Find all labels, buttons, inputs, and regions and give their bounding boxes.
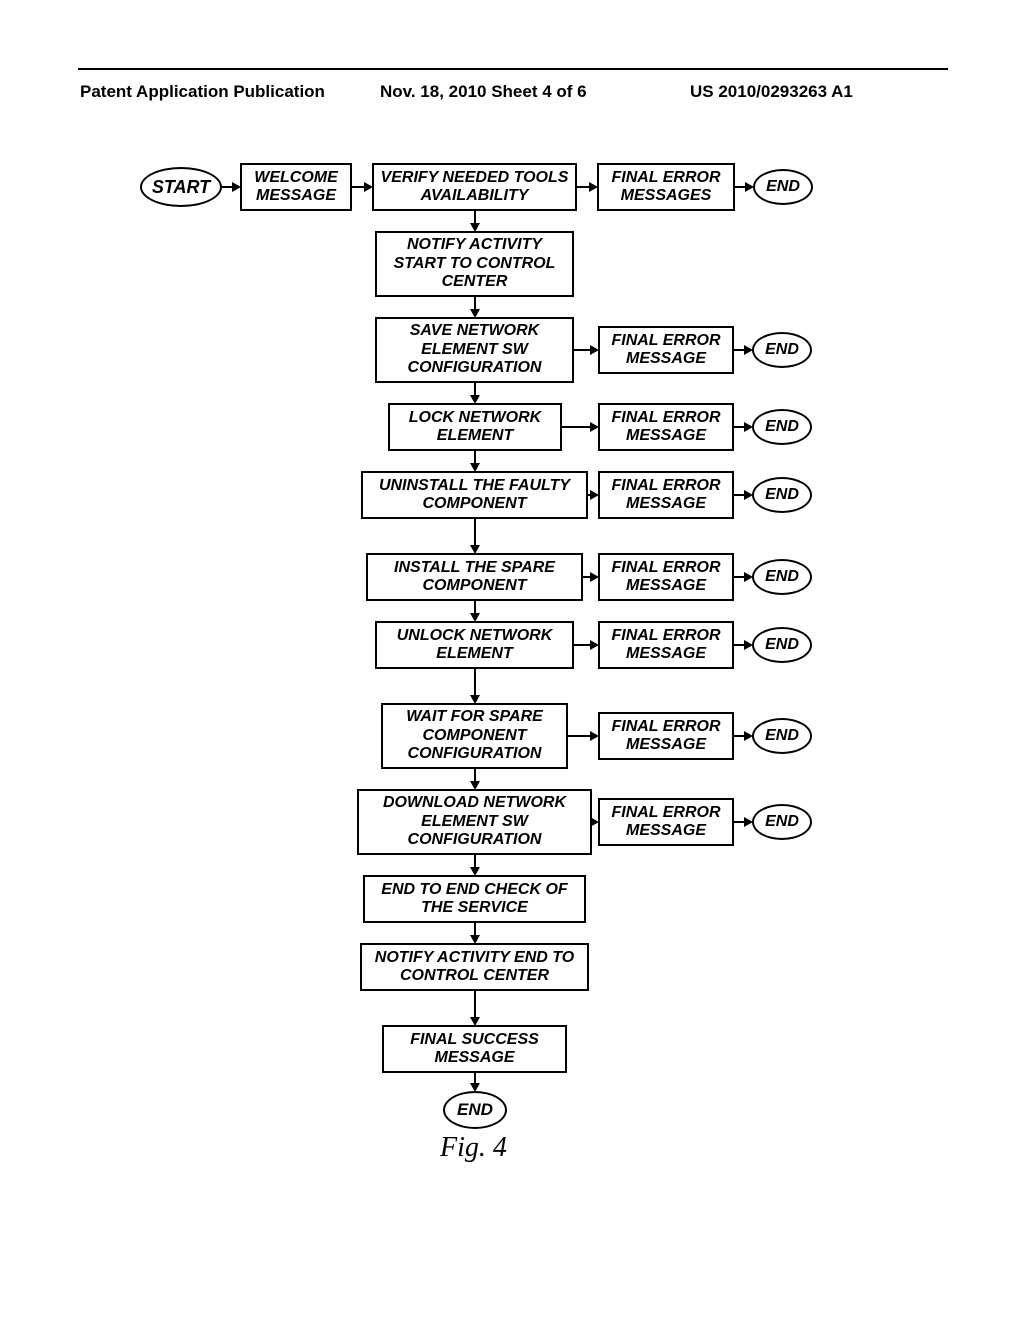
wait-box: WAIT FOR SPARE COMPONENT CONFIGURATION (381, 703, 568, 769)
end-download-terminal: END (752, 804, 812, 840)
notify-end-box: NOTIFY ACTIVITY END TO CONTROL CENTER (360, 943, 589, 991)
error-wait-box: FINAL ERROR MESSAGE (598, 712, 734, 760)
end-unlock-terminal: END (752, 627, 812, 663)
error-install-box: FINAL ERROR MESSAGE (598, 553, 734, 601)
save-cfg-box: SAVE NETWORK ELEMENT SW CONFIGURATION (375, 317, 574, 383)
end-verify-terminal: END (753, 169, 813, 205)
end-wait-terminal: END (752, 718, 812, 754)
verify-box: VERIFY NEEDED TOOLS AVAILABILITY (372, 163, 577, 211)
header-right: US 2010/0293263 A1 (690, 82, 853, 102)
end-uninstall-terminal: END (752, 477, 812, 513)
error-unlock-box: FINAL ERROR MESSAGE (598, 621, 734, 669)
error-uninstall-box: FINAL ERROR MESSAGE (598, 471, 734, 519)
end-install-terminal: END (752, 559, 812, 595)
figure-caption: Fig. 4 (440, 1132, 507, 1164)
download-box: DOWNLOAD NETWORK ELEMENT SW CONFIGURATIO… (357, 789, 592, 855)
error-verify-box: FINAL ERROR MESSAGES (597, 163, 735, 211)
lock-box: LOCK NETWORK ELEMENT (388, 403, 562, 451)
uninstall-box: UNINSTALL THE FAULTY COMPONENT (361, 471, 588, 519)
welcome-box: WELCOME MESSAGE (240, 163, 352, 211)
header-center: Nov. 18, 2010 Sheet 4 of 6 (380, 82, 587, 102)
start-terminal: START (140, 167, 222, 207)
e2e-box: END TO END CHECK OF THE SERVICE (363, 875, 586, 923)
notify-start-box: NOTIFY ACTIVITY START TO CONTROL CENTER (375, 231, 574, 297)
error-download-box: FINAL ERROR MESSAGE (598, 798, 734, 846)
success-box: FINAL SUCCESS MESSAGE (382, 1025, 567, 1073)
install-box: INSTALL THE SPARE COMPONENT (366, 553, 583, 601)
page: Patent Application Publication Nov. 18, … (0, 0, 1024, 1320)
error-save-box: FINAL ERROR MESSAGE (598, 326, 734, 374)
error-lock-box: FINAL ERROR MESSAGE (598, 403, 734, 451)
end-lock-terminal: END (752, 409, 812, 445)
header-rule (78, 68, 948, 70)
header-left: Patent Application Publication (80, 82, 325, 102)
end-save-terminal: END (752, 332, 812, 368)
unlock-box: UNLOCK NETWORK ELEMENT (375, 621, 574, 669)
end-success-terminal: END (443, 1091, 507, 1129)
